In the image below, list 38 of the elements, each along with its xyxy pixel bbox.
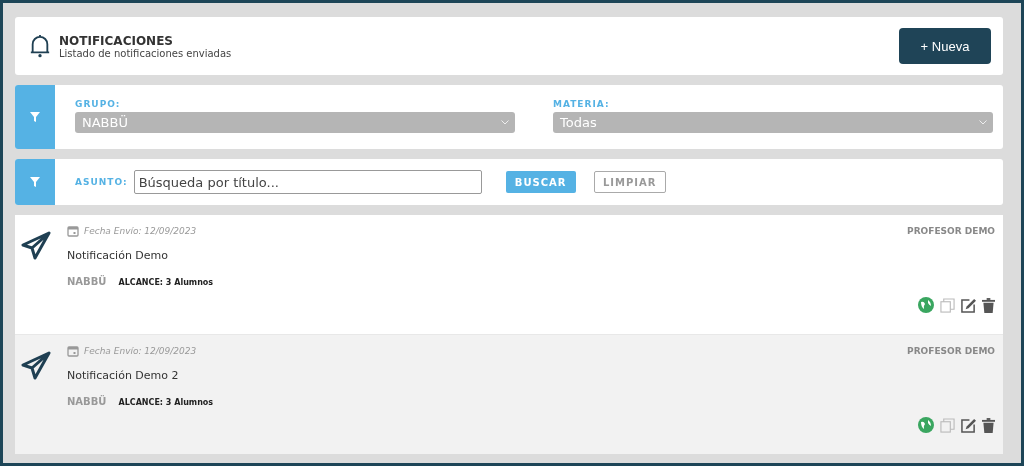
filter-icon — [30, 177, 40, 187]
page-subtitle: Listado de notificaciones enviadas — [59, 47, 233, 59]
sent-date: Fecha Envío: 12/09/2023 — [84, 226, 197, 236]
author-name: PROFESOR DEMO — [907, 346, 995, 356]
search-button[interactable]: BUSCAR — [505, 171, 576, 193]
new-button[interactable]: + Nueva — [899, 28, 991, 64]
calendar-icon — [67, 225, 79, 237]
scope-text: ALCANCE: 3 Alumnos — [118, 278, 214, 287]
bell-icon — [29, 33, 51, 59]
notification-title: Notificación Demo 2 — [67, 369, 180, 382]
field-label: MATERIA: — [553, 99, 611, 109]
notification-row[interactable]: Fecha Envío: 12/09/2023 PROFESOR DEMO Notificación Demo NABBÜ ALCANCE: 3 Alumnos — [15, 215, 1003, 334]
paper-plane-icon — [21, 231, 51, 261]
sent-date: Fecha Envío: 12/09/2023 — [84, 346, 197, 356]
edit-icon[interactable] — [961, 297, 976, 313]
notification-title: Notificación Demo — [67, 249, 170, 262]
group-select[interactable]: NABBÜ — [75, 112, 515, 133]
globe-icon[interactable] — [918, 297, 934, 313]
filter-icon — [30, 112, 40, 122]
calendar-icon — [67, 345, 79, 357]
chevron-icon — [501, 120, 509, 125]
scope-text: ALCANCE: 3 Alumnos — [118, 398, 214, 407]
page-title: NOTIFICACIONES — [59, 33, 174, 48]
globe-icon[interactable] — [918, 417, 934, 433]
group-name: NABBÜ — [67, 396, 107, 407]
edit-icon[interactable] — [961, 417, 976, 433]
field-label: ASUNTO: — [75, 177, 128, 187]
clear-button[interactable]: LIMPIAR — [593, 171, 666, 193]
author-name: PROFESOR DEMO — [907, 226, 995, 236]
search-field[interactable]: Búsqueda por título... — [133, 170, 482, 194]
trash-icon[interactable] — [982, 417, 995, 433]
paper-plane-icon — [21, 351, 51, 381]
trash-icon[interactable] — [982, 297, 995, 313]
field-label: GRUPO: — [75, 99, 122, 109]
subject-select[interactable]: Todas — [553, 112, 993, 133]
group-name: NABBÜ — [67, 276, 107, 287]
chevron-icon — [979, 120, 987, 125]
notification-row[interactable]: Fecha Envío: 12/09/2023 PROFESOR DEMO Notificación Demo 2 NABBÜ ALCANCE: 3 Alumnos — [15, 335, 1003, 454]
